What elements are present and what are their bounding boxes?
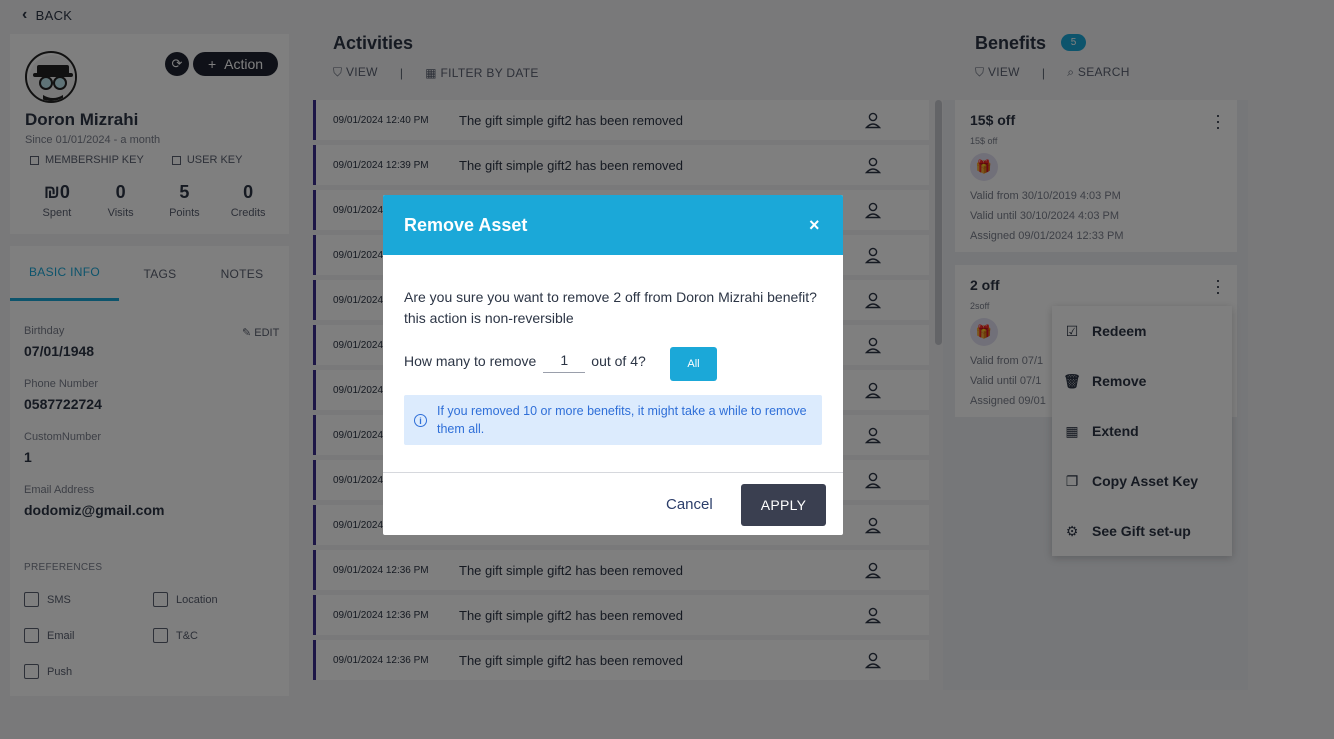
remove-asset-dialog: Remove Asset × Are you sure you want to … — [383, 195, 843, 535]
dialog-title: Remove Asset — [404, 215, 528, 235]
remove-quantity-row: How many to remove out of 4? — [404, 348, 646, 373]
out-of-label: out of 4? — [591, 352, 646, 369]
info-notice: i If you removed 10 or more benefits, it… — [404, 395, 822, 445]
dialog-header: Remove Asset × — [383, 195, 843, 255]
divider — [383, 472, 843, 473]
dialog-message: Are you sure you want to remove 2 off fr… — [404, 289, 817, 326]
how-many-label: How many to remove — [404, 352, 537, 369]
all-button[interactable]: All — [670, 347, 717, 381]
notice-text: If you removed 10 or more benefits, it m… — [437, 404, 807, 436]
apply-button[interactable]: APPLY — [741, 484, 826, 526]
cancel-button[interactable]: Cancel — [666, 496, 713, 513]
info-icon: i — [414, 414, 427, 427]
quantity-input[interactable] — [543, 348, 586, 373]
close-icon[interactable]: × — [809, 215, 820, 236]
